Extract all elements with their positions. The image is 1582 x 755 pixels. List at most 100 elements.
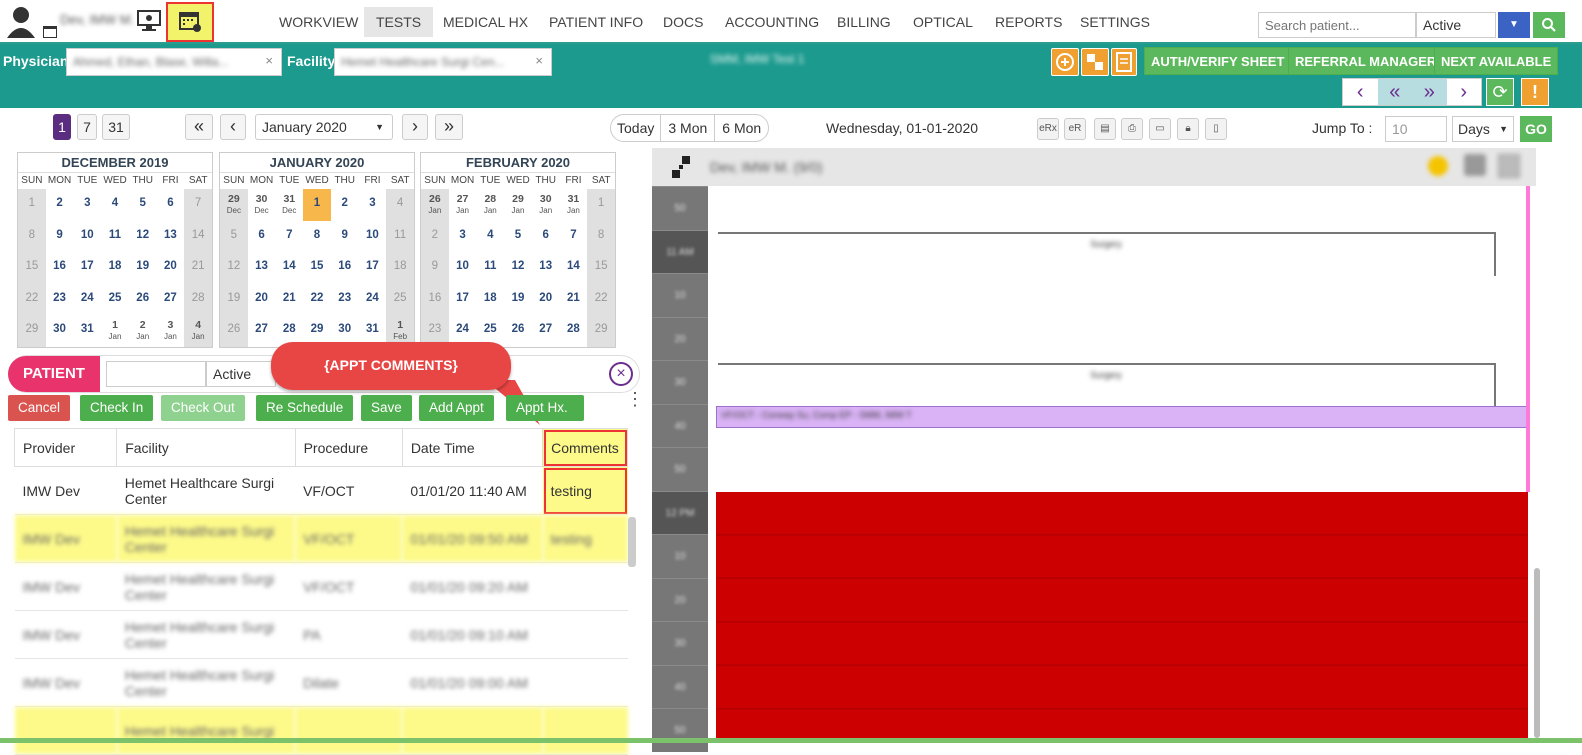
erx-button[interactable]: eRx bbox=[1037, 118, 1059, 140]
tab-patient-info[interactable]: PATIENT INFO bbox=[537, 7, 655, 37]
tab-accounting[interactable]: ACCOUNTING bbox=[713, 7, 831, 37]
appointment-block[interactable]: VF/OCT - Conway Su, Comp EP - SMM, IMW T bbox=[716, 406, 1528, 428]
calendar-day[interactable]: 28 bbox=[560, 315, 588, 347]
view-1-day[interactable]: 1 bbox=[53, 114, 71, 140]
tab-billing[interactable]: BILLING bbox=[825, 7, 903, 37]
search-button[interactable] bbox=[1533, 12, 1565, 38]
calendar-day[interactable]: 24 bbox=[359, 284, 387, 316]
calendar-day[interactable]: 30 Jan bbox=[532, 189, 560, 221]
save-button[interactable]: Save bbox=[361, 395, 412, 421]
calendar-day[interactable]: 17 bbox=[73, 252, 101, 284]
calendar-day[interactable]: 29 Dec bbox=[220, 189, 248, 221]
calendar-day[interactable]: 29 bbox=[18, 315, 46, 347]
calendar-day[interactable]: 12 bbox=[220, 252, 248, 284]
calendar-day[interactable]: 15 bbox=[18, 252, 46, 284]
calendar-day[interactable]: 19 bbox=[220, 283, 248, 315]
calendar-day[interactable]: 13 bbox=[157, 221, 185, 253]
calendar-day[interactable]: 7 bbox=[184, 189, 212, 221]
prev-month-button[interactable]: « bbox=[185, 114, 213, 140]
patient-search-input[interactable] bbox=[106, 361, 206, 387]
calendar-day[interactable]: 3 Jan bbox=[157, 315, 185, 347]
surgery-block[interactable]: Surgery bbox=[718, 363, 1496, 407]
tab-settings[interactable]: SETTINGS bbox=[1068, 7, 1162, 37]
surgery-block[interactable]: Surgery bbox=[718, 232, 1496, 276]
lock-icon[interactable]: 🔒︎ bbox=[1177, 118, 1199, 140]
patient-list-icon[interactable] bbox=[1081, 48, 1109, 76]
calendar-day[interactable]: 4 Jan bbox=[184, 315, 212, 347]
calendar-day[interactable]: 1 Jan bbox=[101, 315, 129, 347]
calendar-day[interactable]: 27 bbox=[157, 284, 185, 316]
calendar-day[interactable]: 25 bbox=[386, 283, 414, 315]
next-available-button[interactable]: NEXT AVAILABLE bbox=[1434, 47, 1559, 75]
calendar-day[interactable]: 26 bbox=[220, 315, 248, 347]
calendar-day[interactable]: 16 bbox=[421, 283, 449, 315]
clipboard-icon[interactable]: ▤ bbox=[1094, 118, 1116, 140]
calendar-day[interactable]: 12 bbox=[129, 221, 157, 253]
calendar-day[interactable]: 12 bbox=[504, 252, 532, 284]
calendar-day[interactable]: 9 bbox=[331, 221, 359, 253]
calendar-day[interactable]: 8 bbox=[18, 220, 46, 252]
jump-unit-select[interactable]: Days ▼ bbox=[1452, 116, 1514, 142]
calendar-day[interactable]: 26 bbox=[129, 284, 157, 316]
calendar-day[interactable]: 8 bbox=[303, 221, 331, 253]
double-chevron-left-icon[interactable]: « bbox=[1377, 79, 1412, 105]
calendar-day[interactable]: 17 bbox=[359, 252, 387, 284]
sun-icon[interactable] bbox=[1428, 156, 1448, 176]
table-row[interactable]: IMW Dev Hemet Healthcare Surgi Center Dila… bbox=[14, 658, 628, 707]
tab-reports[interactable]: REPORTS bbox=[983, 7, 1074, 37]
tab-optical[interactable]: OPTICAL bbox=[901, 7, 985, 37]
chevron-left-icon[interactable]: ‹ bbox=[1343, 79, 1378, 105]
check-in-button[interactable]: Check In bbox=[80, 395, 154, 421]
calendar-day[interactable]: 20 bbox=[248, 284, 276, 316]
prev-button[interactable]: ‹ bbox=[220, 114, 246, 140]
calendar-day[interactable]: 31 Dec bbox=[275, 189, 303, 221]
calendar-day[interactable]: 8 bbox=[587, 220, 615, 252]
calendar-day[interactable]: 4 bbox=[476, 221, 504, 253]
chevron-right-icon[interactable]: › bbox=[1447, 79, 1482, 105]
schedule-scrollbar[interactable] bbox=[1534, 568, 1540, 738]
calendar-day[interactable]: 10 bbox=[359, 221, 387, 253]
user-avatar-icon[interactable] bbox=[6, 6, 36, 38]
refresh-button[interactable]: ⟳ bbox=[1486, 78, 1514, 106]
calendar-day[interactable]: 6 bbox=[157, 189, 185, 221]
status-dropdown-button[interactable]: ▼ bbox=[1498, 12, 1530, 38]
calendar-day[interactable]: 4 bbox=[101, 189, 129, 221]
facility-select[interactable]: Hemet Healthcare Surgi Cen... × bbox=[334, 48, 552, 76]
next-month-button[interactable]: » bbox=[435, 114, 463, 140]
tab-docs[interactable]: DOCS bbox=[651, 7, 715, 37]
calendar-day[interactable]: 31 Jan bbox=[560, 189, 588, 221]
calendar-day[interactable]: 10 bbox=[449, 252, 477, 284]
er-button[interactable]: eR bbox=[1064, 118, 1086, 140]
notes-icon[interactable] bbox=[1111, 48, 1137, 76]
jump-to-input[interactable] bbox=[1385, 116, 1447, 142]
calendar-day[interactable]: 13 bbox=[532, 252, 560, 284]
calendar-day[interactable]: 25 bbox=[101, 284, 129, 316]
table-row[interactable]: IMW Dev Hemet Healthcare Surgi Center PA 01… bbox=[14, 610, 628, 659]
six-month-button[interactable]: 6 Mon bbox=[715, 115, 768, 141]
print-icon[interactable] bbox=[1464, 154, 1486, 176]
calendar-day[interactable]: 18 bbox=[101, 252, 129, 284]
calendar-day[interactable]: 21 bbox=[184, 252, 212, 284]
search-patient-input[interactable] bbox=[1258, 12, 1416, 38]
check-out-button[interactable]: Check Out bbox=[161, 395, 245, 421]
calendar-day[interactable]: 3 bbox=[449, 221, 477, 253]
clear-icon[interactable]: × bbox=[535, 53, 543, 68]
print-icon[interactable]: ⎙ bbox=[1121, 118, 1143, 140]
calendar-day[interactable]: 27 Jan bbox=[449, 189, 477, 221]
calendar-day[interactable]: 11 bbox=[101, 221, 129, 253]
table-row[interactable]: IMW Dev Hemet Healthcare Surgi Center VF/O… bbox=[14, 466, 628, 515]
file-icon[interactable]: ▯ bbox=[1205, 118, 1227, 140]
calendar-day[interactable]: 1 bbox=[587, 189, 615, 221]
physician-select[interactable]: Ahmed, Ethan, Blase, Willa... × bbox=[66, 48, 282, 76]
table-row[interactable]: IMW Dev Hemet Healthcare Surgi Center VF/O… bbox=[14, 562, 628, 611]
scheduler-calendar-icon[interactable] bbox=[166, 2, 214, 42]
calendar-day[interactable]: 14 bbox=[560, 252, 588, 284]
blocked-time[interactable] bbox=[716, 492, 1528, 738]
auth-verify-sheet-button[interactable]: AUTH/VERIFY SHEET bbox=[1144, 47, 1292, 75]
user-name[interactable]: Dev, IMW M. bbox=[60, 12, 134, 27]
calendar-day[interactable]: 21 bbox=[275, 284, 303, 316]
calendar-day[interactable]: 16 bbox=[46, 252, 74, 284]
tab-medical-hx[interactable]: MEDICAL HX bbox=[431, 7, 540, 37]
clear-icon[interactable]: × bbox=[265, 53, 273, 68]
calendar-day[interactable]: 6 bbox=[532, 221, 560, 253]
